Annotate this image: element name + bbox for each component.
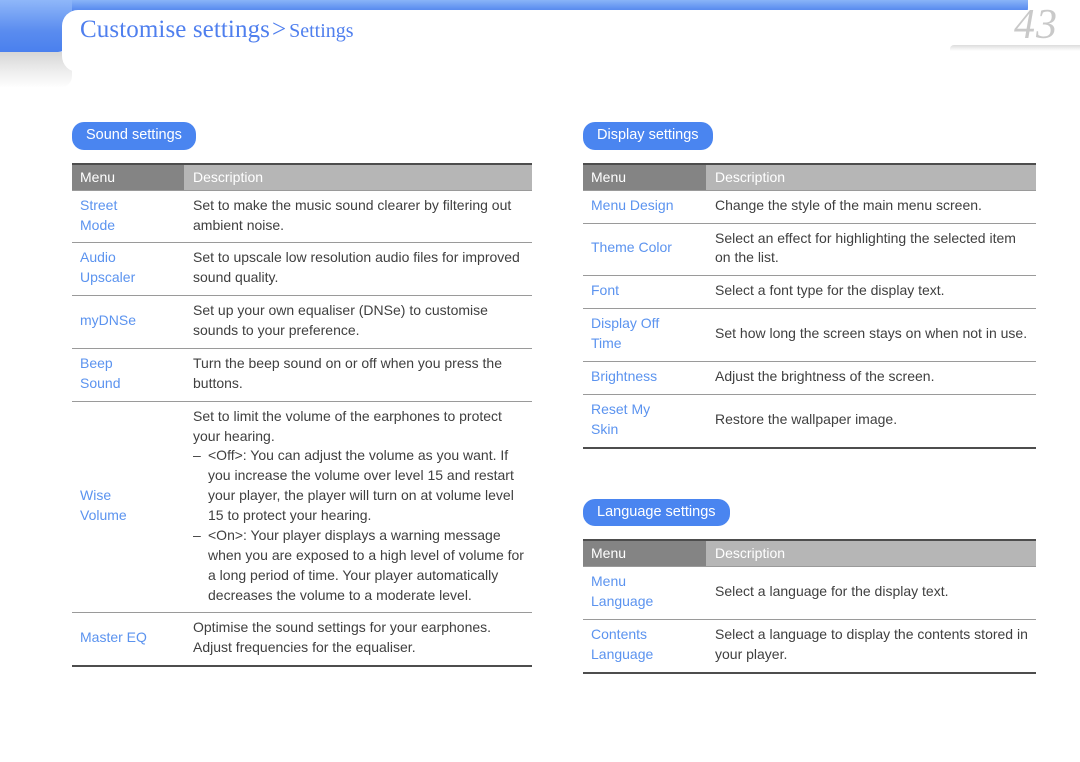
table-row: Reset My Skin Restore the wallpaper image… (583, 393, 1036, 449)
description-cell: Optimise the sound settings for your ear… (184, 612, 532, 668)
description-text: Turn the beep sound on or off when you p… (193, 354, 502, 391)
table-header-row: Menu Description (583, 539, 1036, 567)
dash-bullet-icon: – (193, 526, 201, 543)
menu-cell: Reset My Skin (583, 393, 706, 449)
section-title-language: Language settings (583, 498, 730, 527)
menu-cell: Menu Design (583, 189, 706, 224)
language-settings-table: Menu Description Menu Language Select a lan… (583, 539, 1036, 674)
table-row: myDNSe Set up your own equaliser (DNSe) t… (72, 295, 532, 349)
description-cell: Select a language to display the content… (706, 618, 1036, 674)
description-text: Optimise the sound settings for your ear… (193, 619, 492, 656)
table-row: Menu Design Change the style of the main … (583, 189, 1036, 224)
description-cell: Turn the beep sound on or off when you p… (184, 347, 532, 402)
description-text: Select a language for the display text. (715, 583, 949, 600)
table-row: Font Select a font type for the display t… (583, 275, 1036, 309)
breadcrumb: Customise settings> Settings (80, 16, 354, 44)
sound-settings-table-body: Menu Description Street Mode Set to make th… (72, 162, 532, 668)
column-header-menu: Menu (583, 539, 706, 567)
menu-cell: Audio Upscaler (72, 242, 184, 296)
description-cell: Change the style of the main menu screen… (706, 189, 1036, 224)
table-header-row: Menu Description (583, 162, 1036, 191)
description-text: Change the style of the main menu screen… (715, 196, 982, 213)
menu-cell: Display Off Time (583, 308, 706, 362)
breadcrumb-main: Customise settings (80, 16, 271, 43)
page-number: 43 (1014, 2, 1058, 48)
table-row: Brightness Adjust the brightness of the s… (583, 360, 1036, 395)
description-text: Set to upscale low resolution audio file… (193, 249, 520, 286)
menu-cell: Brightness (583, 360, 706, 395)
description-text: Set how long the screen stays on when no… (715, 325, 1028, 342)
description-text: Set to limit the volume of the earphones… (193, 407, 502, 444)
page-header: Customise settings> Settings 43 (0, 0, 1080, 95)
table-row: Wise Volume Set to limit the volume of th… (72, 400, 532, 613)
menu-cell: Wise Volume (72, 400, 184, 613)
description-cell: Adjust the brightness of the screen. (706, 360, 1036, 395)
description-cell: Restore the wallpaper image. (706, 393, 1036, 449)
column-header-menu: Menu (72, 162, 184, 191)
section-title-display: Display settings (583, 122, 713, 150)
table-row: Audio Upscaler Set to upscale low resolut… (72, 242, 532, 296)
menu-cell: Contents Language (583, 618, 706, 674)
section-sound-settings: Sound settings Menu Description Street Mod… (72, 122, 532, 668)
language-settings-table-body: Menu Description Menu Language Select a lan… (583, 539, 1036, 674)
description-text: Set up your own equaliser (DNSe) to cust… (193, 302, 488, 339)
breadcrumb-separator-icon: > (272, 16, 287, 43)
right-column: Display settings Menu Description Menu Des… (583, 122, 1036, 674)
table-row: Menu Language Select a language for the d… (583, 566, 1036, 620)
left-column: Sound settings Menu Description Street Mod… (72, 122, 532, 668)
column-header-description: Description (184, 162, 532, 191)
menu-cell: Master EQ (72, 612, 184, 668)
description-bullet-list: – <Off>: You can adjust the volume as you… (193, 446, 524, 605)
description-cell: Set to upscale low resolution audio file… (184, 242, 532, 296)
table-row: Beep Sound Turn the beep sound on or off … (72, 347, 532, 402)
description-cell: Select a language for the display text. (706, 566, 1036, 620)
description-cell: Set to limit the volume of the earphones… (184, 400, 532, 613)
menu-cell: Beep Sound (72, 347, 184, 402)
dash-bullet-icon: – (193, 447, 201, 464)
description-cell: Select a font type for the display text. (706, 275, 1036, 309)
table-row: Theme Color Select an effect for highligh… (583, 222, 1036, 276)
display-settings-table-body: Menu Description Menu Design Change the sty… (583, 162, 1036, 449)
description-bullet-item: – <On>: Your player displays a warning me… (193, 526, 524, 603)
description-text: Select a language to display the content… (715, 625, 1028, 662)
description-text: Restore the wallpaper image. (715, 410, 898, 427)
table-row: Display Off Time Set how long the screen … (583, 308, 1036, 362)
column-header-description: Description (706, 162, 1036, 191)
breadcrumb-sub: Settings (289, 20, 354, 42)
description-text: Set to make the music sound clearer by f… (193, 196, 512, 233)
menu-cell: myDNSe (72, 295, 184, 349)
menu-cell: Font (583, 275, 706, 309)
column-header-description: Description (706, 539, 1036, 567)
table-header-row: Menu Description (72, 162, 532, 191)
description-cell: Set how long the screen stays on when no… (706, 308, 1036, 362)
menu-cell: Theme Color (583, 222, 706, 276)
description-cell: Select an effect for highlighting the se… (706, 222, 1036, 276)
menu-cell: Menu Language (583, 566, 706, 620)
description-cell: Set up your own equaliser (DNSe) to cust… (184, 295, 532, 349)
table-row: Street Mode Set to make the music sound c… (72, 189, 532, 243)
section-title-sound: Sound settings (72, 122, 196, 150)
section-display-settings: Display settings Menu Description Menu Des… (583, 122, 1036, 449)
description-bullet-item: – <Off>: You can adjust the volume as you… (193, 447, 514, 524)
table-row: Contents Language Select a language to di… (583, 618, 1036, 674)
sound-settings-table: Menu Description Street Mode Set to make th… (72, 162, 532, 668)
table-row: Master EQ Optimise the sound settings for… (72, 612, 532, 668)
menu-cell: Street Mode (72, 189, 184, 243)
section-language-settings: Language settings Menu Description Menu La… (583, 498, 1036, 674)
description-text: Adjust the brightness of the screen. (715, 367, 935, 384)
column-header-menu: Menu (583, 162, 706, 191)
description-text: Select a font type for the display text. (715, 282, 945, 299)
display-settings-table: Menu Description Menu Design Change the sty… (583, 162, 1036, 449)
description-text: Select an effect for highlighting the se… (715, 229, 1016, 266)
description-cell: Set to make the music sound clearer by f… (184, 189, 532, 243)
